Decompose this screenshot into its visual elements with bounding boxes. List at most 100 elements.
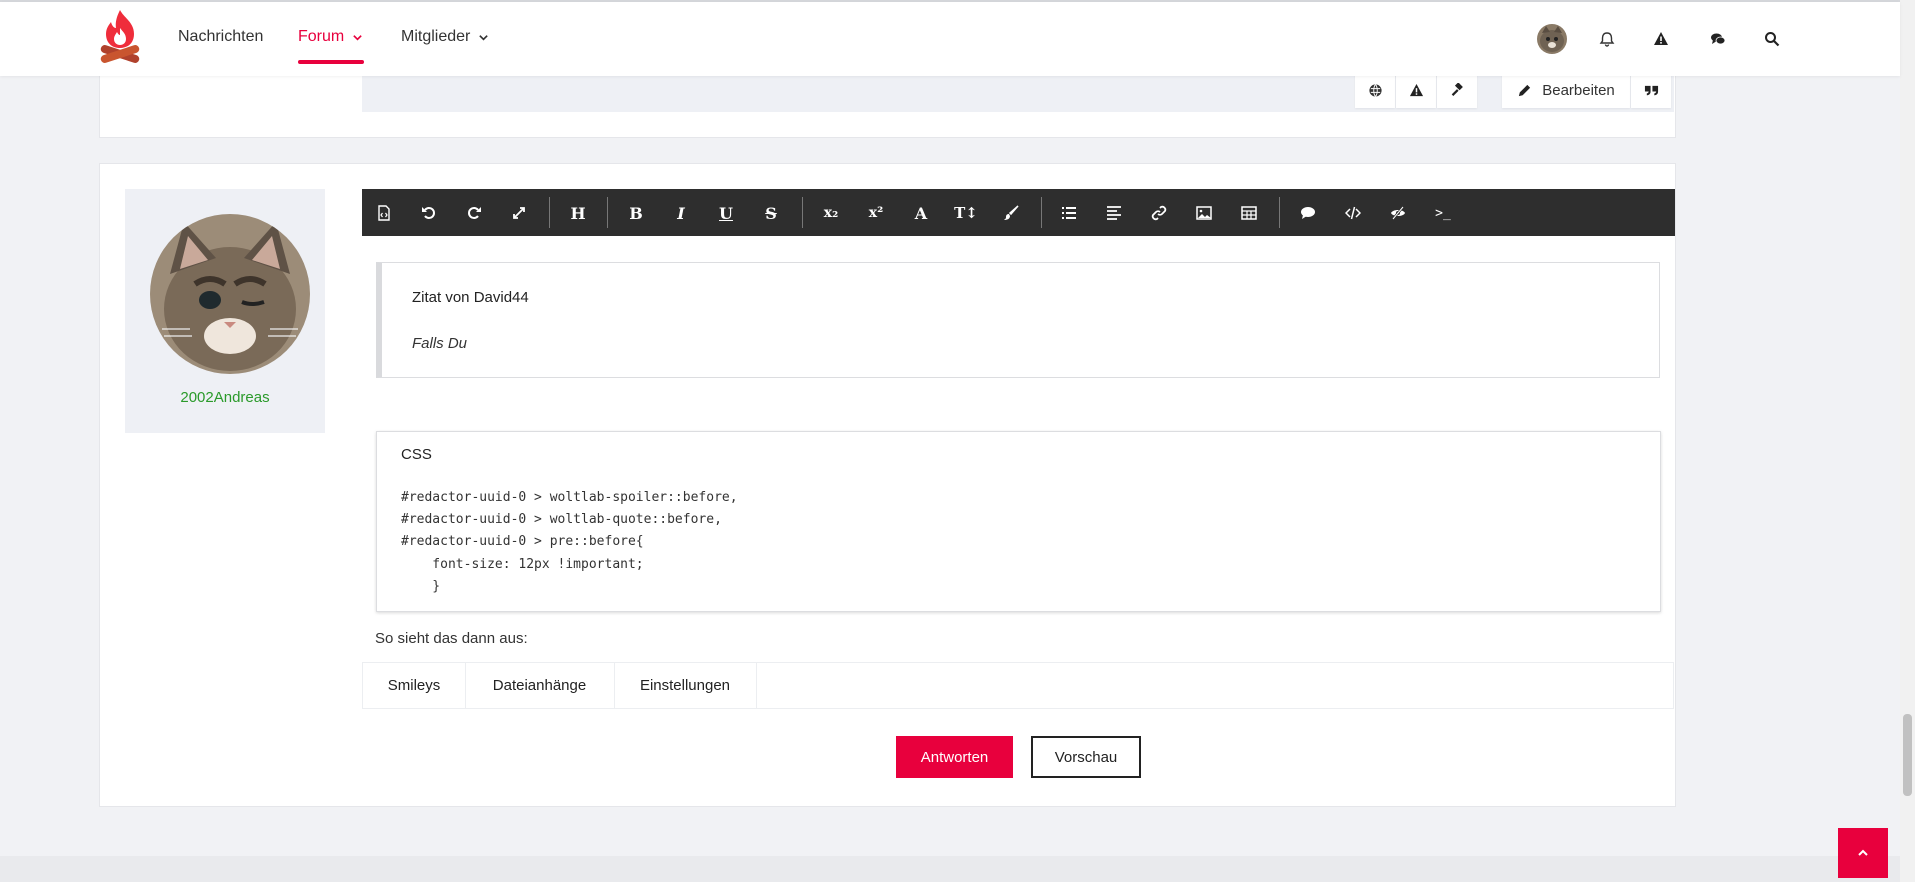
tab-settings-label: Einstellungen <box>639 677 731 694</box>
tab-smileys-label: Smileys <box>387 677 441 694</box>
quote-title: Zitat von David44 <box>412 289 529 306</box>
submit-reply-button[interactable]: Antworten <box>896 736 1013 778</box>
ip-address-button[interactable] <box>1355 72 1395 108</box>
toolbar-separator <box>549 197 550 228</box>
moderation-button[interactable] <box>1437 72 1477 108</box>
comments-icon <box>1711 33 1726 45</box>
link-icon <box>1151 205 1167 221</box>
bell-icon <box>1599 32 1615 47</box>
list-icon <box>1062 207 1076 219</box>
moderation-reports-button[interactable] <box>1650 28 1672 50</box>
editor-tab-bar: Smileys Dateianhänge Einstellungen <box>362 662 1674 709</box>
eye-slash-icon <box>1391 206 1405 220</box>
toolbar-table-button[interactable] <box>1237 201 1261 225</box>
align-left-icon <box>1107 206 1121 220</box>
toolbar-undo-button[interactable] <box>417 201 441 225</box>
tab-attachments-label: Dateianhänge <box>492 677 587 694</box>
terminal-icon: >_ <box>1435 205 1451 221</box>
toolbar-separator <box>607 197 608 228</box>
code-block[interactable]: CSS #redactor-uuid-0 > woltlab-spoiler::… <box>376 431 1661 612</box>
toolbar-underline-button[interactable]: U <box>714 201 738 225</box>
toolbar-separator <box>802 197 803 228</box>
globe-icon <box>1368 83 1382 97</box>
campfire-logo-icon[interactable] <box>98 8 142 70</box>
edit-button-label: Bearbeiten <box>1542 81 1615 99</box>
text-height-icon: T↕ <box>954 204 978 222</box>
chevron-down-icon <box>353 34 362 41</box>
nav-news[interactable]: Nachrichten <box>178 28 263 46</box>
user-menu-avatar[interactable] <box>1537 24 1567 54</box>
nav-members[interactable]: Mitglieder <box>401 28 489 46</box>
tab-settings[interactable]: Einstellungen <box>614 663 757 708</box>
code-line: #redactor-uuid-0 > pre::before{ <box>401 534 644 549</box>
image-icon <box>1196 206 1212 220</box>
toolbar-source-button[interactable] <box>372 201 396 225</box>
warning-icon <box>1409 83 1423 96</box>
editor-toolbar: H B I U S x₂ x² A T↕ >_ <box>362 189 1675 236</box>
code-line: font-size: 12px !important; <box>401 557 644 572</box>
toolbar-quote-button[interactable] <box>1296 201 1320 225</box>
conversations-button[interactable] <box>1707 28 1729 50</box>
preview-button[interactable]: Vorschau <box>1031 736 1141 778</box>
gavel-icon <box>1451 82 1463 96</box>
toolbar-font-size-button[interactable]: T↕ <box>954 201 978 225</box>
chevron-down-icon <box>479 34 489 41</box>
search-button[interactable] <box>1761 28 1783 50</box>
toolbar-color-button[interactable] <box>999 201 1023 225</box>
toolbar-image-button[interactable] <box>1192 201 1216 225</box>
paintbrush-icon <box>1004 205 1019 220</box>
editor-paragraph[interactable]: So sieht das dann aus: <box>375 630 528 647</box>
heading-icon: H <box>570 203 586 223</box>
toolbar-superscript-button[interactable]: x² <box>864 201 888 225</box>
file-code-icon <box>378 205 390 221</box>
previous-post-footer <box>362 72 1674 112</box>
toolbar-link-button[interactable] <box>1147 201 1171 225</box>
scroll-to-top-button[interactable] <box>1838 828 1888 878</box>
toolbar-separator <box>1041 197 1042 228</box>
scrollbar-thumb[interactable] <box>1903 714 1912 796</box>
toolbar-fullscreen-button[interactable] <box>507 201 531 225</box>
toolbar-separator <box>1279 197 1280 228</box>
pencil-icon <box>1519 84 1531 96</box>
tab-smileys[interactable]: Smileys <box>363 663 466 708</box>
toolbar-font-family-button[interactable]: A <box>909 201 933 225</box>
author-username[interactable]: 2002Andreas <box>125 389 325 406</box>
font-icon: A <box>914 203 928 223</box>
report-button[interactable] <box>1396 72 1436 108</box>
toolbar-italic-button[interactable]: I <box>669 201 693 225</box>
toolbar-subscript-button[interactable]: x₂ <box>819 201 843 225</box>
code-language-label: CSS <box>401 446 432 463</box>
toolbar-spoiler-button[interactable] <box>1386 201 1410 225</box>
underline-icon: U <box>719 203 733 223</box>
bold-icon: B <box>629 203 643 223</box>
toolbar-redo-button[interactable] <box>462 201 486 225</box>
toolbar-strikethrough-button[interactable]: S <box>759 201 783 225</box>
tab-attachments[interactable]: Dateianhänge <box>465 663 615 708</box>
author-avatar[interactable] <box>150 214 310 374</box>
code-line: #redactor-uuid-0 > woltlab-spoiler::befo… <box>401 490 738 505</box>
edit-button[interactable]: Bearbeiten <box>1502 72 1630 108</box>
nav-forum-label: Forum <box>298 28 345 45</box>
quote-button[interactable] <box>1631 72 1671 108</box>
notifications-button[interactable] <box>1596 28 1618 50</box>
toolbar-bold-button[interactable]: B <box>624 201 648 225</box>
toolbar-inline-code-button[interactable]: >_ <box>1431 201 1455 225</box>
strikethrough-icon: S <box>765 203 777 223</box>
quote-block[interactable]: Zitat von David44 Falls Du <box>376 262 1660 378</box>
site-header: Nachrichten Forum Mitglieder <box>0 2 1900 76</box>
quote-icon <box>1644 85 1658 95</box>
kitten-avatar-image <box>150 214 310 374</box>
chevron-up-icon <box>1858 849 1868 856</box>
footer-band <box>0 856 1900 882</box>
code-icon <box>1345 206 1361 220</box>
toolbar-heading-button[interactable]: H <box>566 201 590 225</box>
code-line: } <box>401 579 441 594</box>
nav-members-label: Mitglieder <box>401 28 471 45</box>
comment-icon <box>1301 207 1315 219</box>
toolbar-list-button[interactable] <box>1057 201 1081 225</box>
toolbar-align-button[interactable] <box>1102 201 1126 225</box>
table-icon <box>1241 206 1257 220</box>
undo-icon <box>422 207 435 219</box>
toolbar-code-button[interactable] <box>1341 201 1365 225</box>
nav-forum[interactable]: Forum <box>298 28 363 46</box>
